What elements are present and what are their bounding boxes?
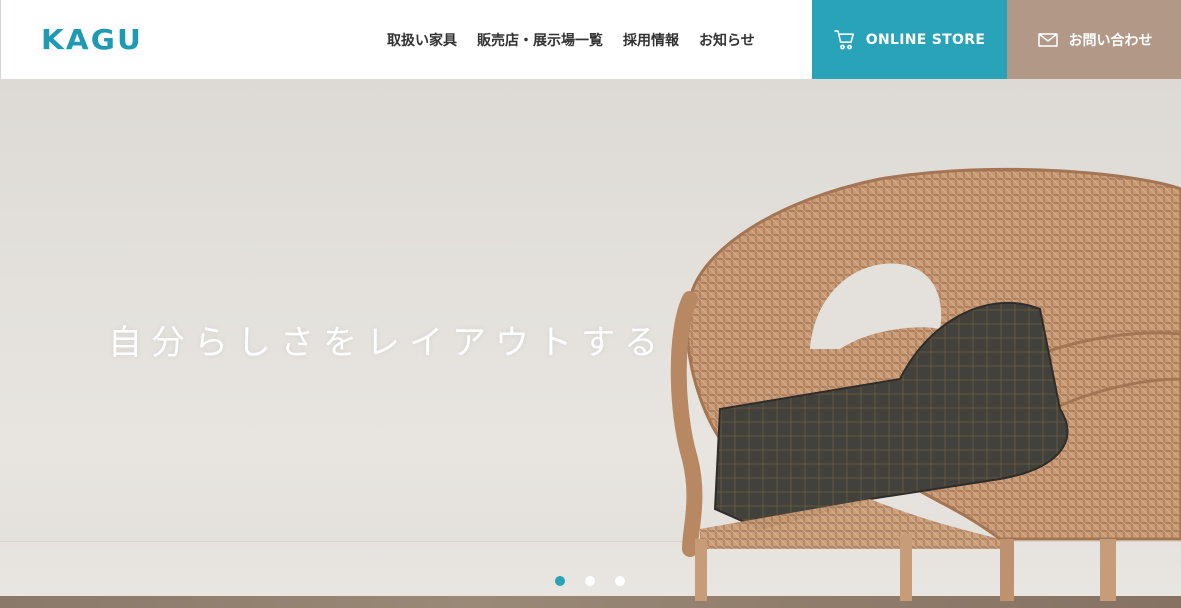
- nav-item-stores[interactable]: 販売店・展示場一覧: [467, 30, 613, 50]
- online-store-button[interactable]: ONLINE STORE: [812, 0, 1007, 79]
- site-header: KAGU 取扱い家具 販売店・展示場一覧 採用情報 お知らせ ONLINE ST…: [0, 0, 1181, 79]
- main-nav: 取扱い家具 販売店・展示場一覧 採用情報 お知らせ: [377, 0, 765, 79]
- hero-slider: 自分らしさをレイアウトする: [0, 79, 1181, 608]
- online-store-label: ONLINE STORE: [865, 31, 986, 48]
- contact-label: お問い合わせ: [1068, 32, 1153, 49]
- slide-dot-3[interactable]: [615, 576, 625, 586]
- slide-dot-1[interactable]: [555, 576, 565, 586]
- kagu-logo[interactable]: KAGU: [41, 25, 143, 55]
- nav-item-news[interactable]: お知らせ: [689, 30, 765, 50]
- nav-item-careers[interactable]: 採用情報: [613, 30, 689, 50]
- contact-button[interactable]: お問い合わせ: [1007, 0, 1181, 79]
- cart-icon: [833, 29, 856, 51]
- nav-item-furniture[interactable]: 取扱い家具: [377, 30, 467, 50]
- slider-pagination: [555, 576, 625, 586]
- mail-icon: [1037, 29, 1059, 51]
- slide-dot-2[interactable]: [585, 576, 595, 586]
- hero-tagline: 自分らしさをレイアウトする: [108, 323, 667, 363]
